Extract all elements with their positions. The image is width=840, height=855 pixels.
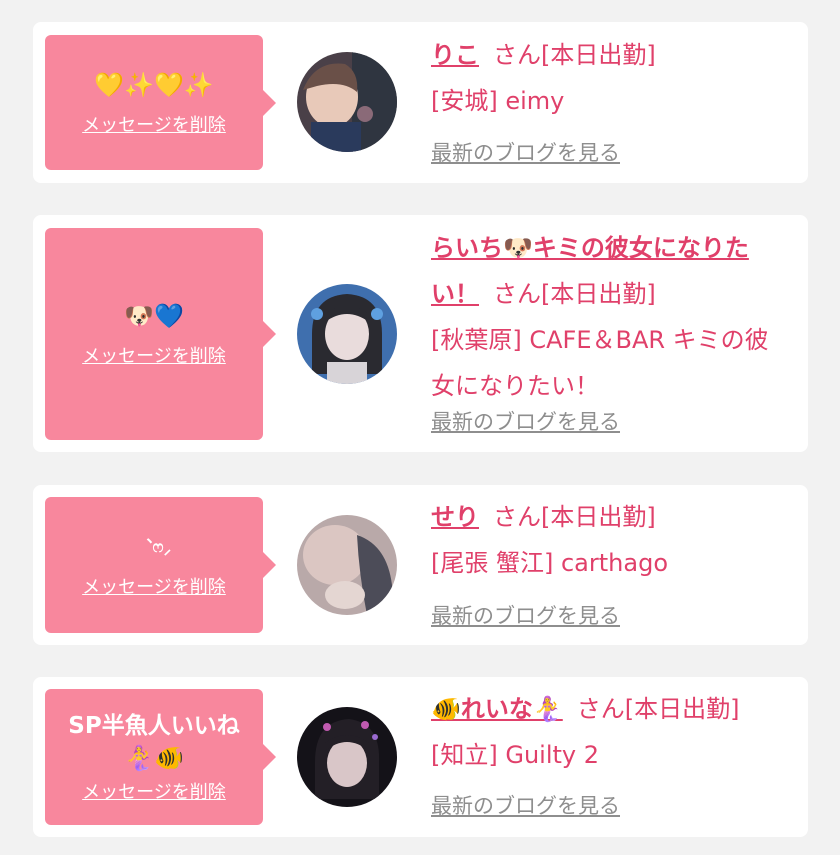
- avatar[interactable]: [297, 52, 397, 152]
- avatar-photo-icon: [297, 707, 397, 807]
- message-text: 💛✨💛✨: [94, 70, 214, 99]
- cast-name-link[interactable]: せり: [431, 503, 479, 531]
- cast-name-link[interactable]: りこ: [431, 41, 479, 69]
- cast-status: さん[本日出勤]: [493, 503, 656, 531]
- delete-message-link[interactable]: メッセージを削除: [82, 111, 226, 137]
- cast-status: さん[本日出勤]: [493, 280, 656, 308]
- avatar[interactable]: [297, 515, 397, 615]
- cast-status: さん[本日出勤]: [576, 695, 740, 723]
- message-card: SP半魚人いいね 🧜‍♀️🐠 メッセージを削除 🐠れいな🧜‍♀️ さん[本日出勤]…: [33, 677, 808, 837]
- message-card: ︑ෆ⸝ メッセージを削除 せり さん[本日出勤] [尾張 蟹江] carthago…: [33, 485, 808, 645]
- shop-name: [安城] eimy: [431, 87, 565, 115]
- message-text-line2: 🧜‍♀️🐠: [124, 744, 184, 772]
- delete-message-link[interactable]: メッセージを削除: [82, 573, 226, 599]
- avatar[interactable]: [297, 284, 397, 384]
- message-card: 💛✨💛✨ メッセージを削除 りこ さん[本日出勤] [安城] eimy 最新のブロ…: [33, 22, 808, 183]
- avatar-photo-icon: [297, 284, 397, 384]
- message-text: ︑ෆ⸝: [136, 537, 172, 556]
- shop-name: [知立] Guilty 2: [431, 741, 600, 769]
- avatar-photo-icon: [297, 515, 397, 615]
- delete-message-link[interactable]: メッセージを削除: [82, 778, 226, 804]
- cast-name-link[interactable]: 🐠れいな🧜‍♀️: [431, 695, 563, 723]
- message-bubble: 🐶💙 メッセージを削除: [45, 228, 276, 440]
- latest-blog-link[interactable]: 最新のブログを見る: [431, 600, 620, 630]
- cast-info: 🐠れいな🧜‍♀️ さん[本日出勤] [知立] Guilty 2: [431, 686, 791, 778]
- latest-blog-link[interactable]: 最新のブログを見る: [431, 790, 620, 820]
- cast-name-line: りこ さん[本日出勤]: [431, 32, 791, 78]
- cast-info: らいち🐶キミの彼女になりたい！ さん[本日出勤] [秋葉原] CAFE＆BAR キ…: [431, 225, 791, 409]
- shop-name: [秋葉原] CAFE＆BAR キミの彼女になりたい！: [431, 326, 769, 400]
- latest-blog-link[interactable]: 最新のブログを見る: [431, 137, 620, 167]
- avatar[interactable]: [297, 707, 397, 807]
- cast-name-line: らいち🐶キミの彼女になりたい！ さん[本日出勤]: [431, 225, 791, 317]
- cast-info: せり さん[本日出勤] [尾張 蟹江] carthago: [431, 494, 791, 586]
- message-bubble: 💛✨💛✨ メッセージを削除: [45, 35, 276, 170]
- message-text: 🐶💙: [124, 302, 184, 330]
- cast-name-line: 🐠れいな🧜‍♀️ さん[本日出勤]: [431, 686, 791, 732]
- cast-name-line: せり さん[本日出勤]: [431, 494, 791, 540]
- avatar-photo-icon: [297, 52, 397, 152]
- cast-status: さん[本日出勤]: [493, 41, 656, 69]
- delete-message-link[interactable]: メッセージを削除: [82, 342, 226, 368]
- latest-blog-link[interactable]: 最新のブログを見る: [431, 406, 620, 436]
- message-text: SP半魚人いいね: [68, 713, 240, 739]
- message-card: 🐶💙 メッセージを削除 らいち🐶キミの彼女になりたい！ さん[本日出勤] [秋葉原…: [33, 215, 808, 452]
- message-bubble: SP半魚人いいね 🧜‍♀️🐠 メッセージを削除: [45, 689, 276, 825]
- cast-info: りこ さん[本日出勤] [安城] eimy: [431, 32, 791, 124]
- shop-name: [尾張 蟹江] carthago: [431, 549, 668, 577]
- message-bubble: ︑ෆ⸝ メッセージを削除: [45, 497, 276, 633]
